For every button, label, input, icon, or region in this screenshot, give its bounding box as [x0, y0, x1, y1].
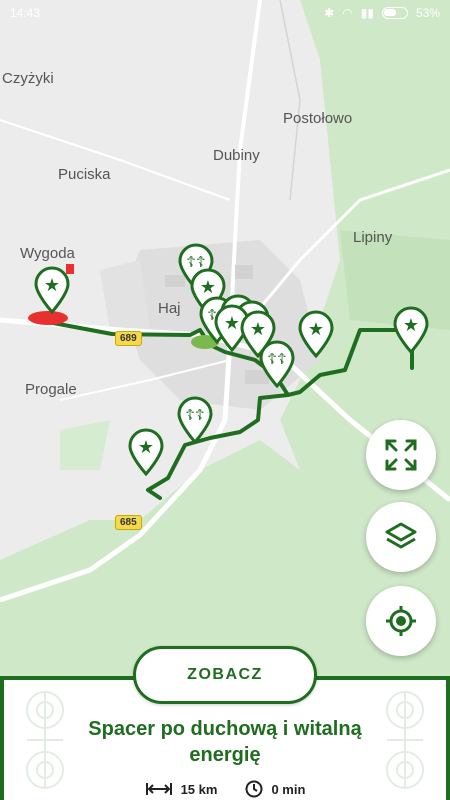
status-bar: 14:43 ✱ ◠ ▮▮ 53% [0, 0, 450, 26]
status-icons: ✱ ◠ ▮▮ 53% [324, 6, 440, 20]
view-route-button[interactable]: ZOBACZ [133, 646, 317, 704]
road-number-badge: 685 [115, 515, 142, 530]
svg-text:★: ★ [200, 277, 216, 298]
distance-icon [145, 783, 172, 795]
duration-stat: 0 min [245, 780, 305, 798]
route-title: Spacer po duchową i witalną energię [88, 718, 362, 766]
place-label: Dubiny [213, 147, 260, 164]
svg-text:★: ★ [138, 437, 154, 458]
place-label: Haj [158, 300, 181, 317]
star-poi-pin[interactable]: ★ [128, 428, 164, 477]
battery-percent: 53% [415, 6, 440, 20]
place-label: Postołowo [283, 110, 353, 127]
svg-text:★: ★ [403, 315, 419, 336]
expand-icon [385, 439, 417, 471]
signal-icon: ▮▮ [360, 6, 374, 20]
star-poi-pin[interactable]: ★ [298, 310, 334, 359]
distance-value: 15 km [180, 781, 218, 797]
fullscreen-button[interactable] [366, 420, 436, 490]
svg-text:★: ★ [308, 319, 324, 340]
star-poi-pin[interactable]: ★ [240, 310, 276, 359]
svg-text:☦☦: ☦☦ [185, 406, 204, 424]
place-label: Progale [25, 381, 77, 398]
svg-text:★: ★ [250, 319, 266, 340]
svg-text:★: ★ [44, 275, 60, 296]
place-label: Wygoda [20, 245, 75, 262]
place-label: Czyżyki [2, 70, 54, 87]
route-stats: 15 km 0 min [4, 780, 446, 798]
clock-icon [245, 780, 263, 798]
road-number-badge: 689 [115, 331, 142, 346]
status-time: 14:43 [10, 6, 41, 20]
place-label: Puciska [58, 166, 111, 183]
locate-icon [386, 606, 416, 636]
star-poi-pin[interactable]: ★ [393, 306, 429, 355]
church-poi-pin[interactable]: ☦☦ [177, 396, 213, 445]
layers-icon [385, 522, 417, 549]
duration-value: 0 min [271, 781, 306, 797]
bluetooth-icon: ✱ [324, 6, 335, 20]
svg-text:★: ★ [224, 313, 240, 334]
battery-icon [381, 7, 408, 19]
layers-button[interactable] [366, 502, 436, 572]
wifi-icon: ◠ [342, 6, 353, 20]
place-label: Lipiny [353, 229, 393, 246]
locate-button[interactable] [366, 586, 436, 656]
distance-stat: 15 km [145, 780, 218, 798]
star-poi-pin[interactable]: ★ [34, 266, 70, 315]
